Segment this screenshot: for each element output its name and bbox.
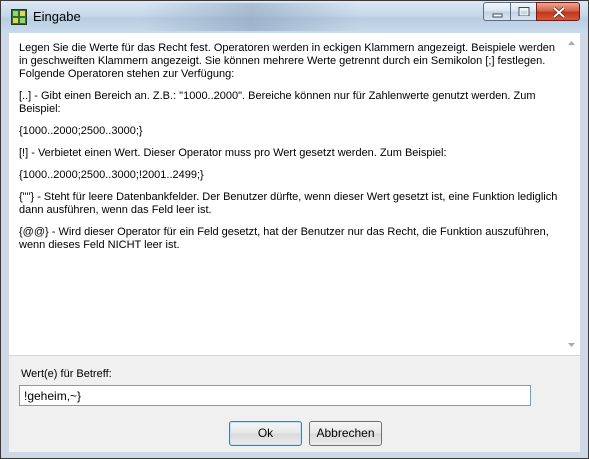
info-paragraph: {1000..2000;2500..3000;} bbox=[19, 125, 143, 137]
info-text-panel[interactable]: Legen Sie die Werte für das Recht fest. … bbox=[9, 33, 580, 356]
app-icon bbox=[11, 9, 27, 25]
title-bar[interactable]: Eingabe bbox=[1, 1, 588, 33]
dialog-body: Legen Sie die Werte für das Recht fest. … bbox=[9, 33, 580, 452]
info-paragraph: [..] - Gibt einen Bereich an. Z.B.: "100… bbox=[19, 90, 536, 115]
minimize-icon bbox=[492, 13, 503, 18]
info-text: Legen Sie die Werte für das Recht fest. … bbox=[19, 42, 559, 261]
window-title: Eingabe bbox=[33, 9, 81, 24]
maximize-button[interactable] bbox=[510, 2, 536, 21]
cancel-button[interactable]: Abbrechen bbox=[309, 421, 382, 446]
close-icon bbox=[552, 6, 566, 19]
ok-button[interactable]: Ok bbox=[229, 421, 302, 446]
maximize-icon bbox=[518, 7, 530, 16]
minimize-button[interactable] bbox=[483, 2, 510, 21]
info-paragraph: {1000..2000;2500..3000;!2001..2499;} bbox=[19, 169, 204, 181]
value-input[interactable] bbox=[19, 385, 531, 406]
vertical-scrollbar[interactable] bbox=[563, 33, 580, 355]
info-paragraph: [!] - Verbietet einen Wert. Dieser Opera… bbox=[19, 147, 447, 159]
info-paragraph: {""} - Steht für leere Datenbankfelder. … bbox=[19, 191, 558, 216]
info-paragraph: Legen Sie die Werte für das Recht fest. … bbox=[19, 42, 556, 80]
scroll-up-icon[interactable] bbox=[563, 35, 580, 52]
dialog-window: Eingabe Legen Sie die Werte für das Rech… bbox=[0, 0, 589, 459]
title-glass bbox=[141, 3, 361, 31]
scroll-down-icon[interactable] bbox=[563, 336, 580, 353]
close-button[interactable] bbox=[536, 2, 580, 21]
value-field-label: Wert(e) für Betreff: bbox=[21, 368, 112, 380]
caption-buttons bbox=[483, 2, 580, 22]
info-paragraph: {@@} - Wird dieser Operator für ein Feld… bbox=[19, 226, 549, 251]
